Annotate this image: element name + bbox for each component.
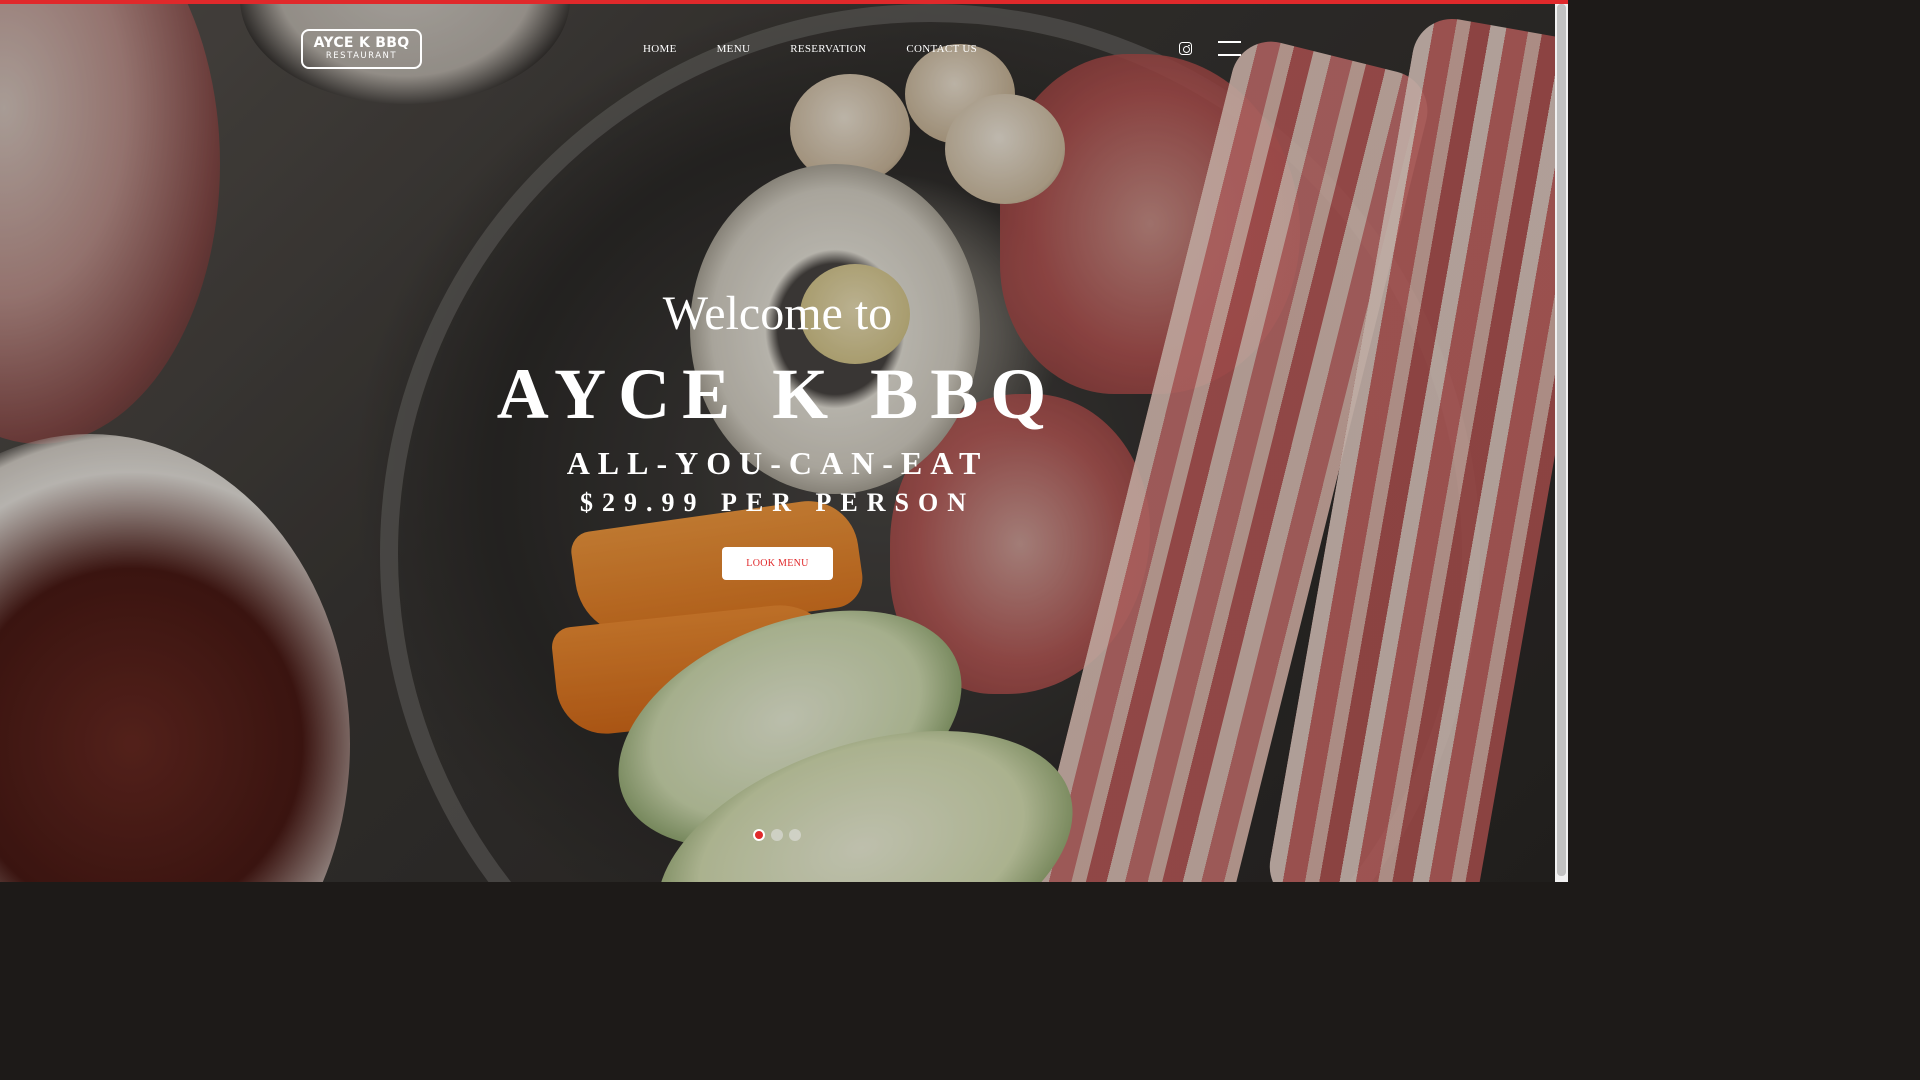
main-nav: HOME MENU RESERVATION CONTACT US	[623, 40, 997, 58]
nav-item-contact-us[interactable]: CONTACT US	[886, 40, 997, 58]
hamburger-menu-icon[interactable]	[1218, 41, 1241, 57]
nav-item-reservation[interactable]: RESERVATION	[770, 40, 886, 58]
slider-dot-1[interactable]	[753, 829, 765, 841]
top-accent-bar	[0, 0, 1568, 4]
slider-dot-3[interactable]	[789, 829, 801, 841]
hamburger-line	[1218, 54, 1241, 56]
page-scrollbar[interactable]	[1555, 0, 1568, 882]
site-logo[interactable]: AYCE K BBQ RESTAURANT	[301, 29, 422, 69]
hero-title: AYCE K BBQ	[496, 354, 1059, 434]
site-header: AYCE K BBQ RESTAURANT HOME MENU RESERVAT…	[0, 4, 1555, 94]
hero-subtitle: ALL-YOU-CAN-EAT	[566, 445, 989, 481]
nav-item-menu[interactable]: MENU	[697, 40, 771, 58]
hero-welcome-text: Welcome to	[662, 287, 893, 340]
look-menu-button[interactable]: LOOK MENU	[722, 547, 833, 580]
instagram-icon[interactable]	[1179, 42, 1192, 55]
hero-price: $29.99 PER PERSON	[580, 488, 975, 517]
nav-item-home[interactable]: HOME	[623, 40, 697, 58]
logo-name: AYCE K BBQ	[313, 35, 410, 51]
logo-subtitle: RESTAURANT	[325, 51, 398, 61]
slider-pagination	[753, 829, 801, 841]
scrollbar-thumb[interactable]	[1557, 4, 1566, 876]
slider-dot-2[interactable]	[771, 829, 783, 841]
hamburger-line	[1218, 41, 1241, 43]
hero-content: Welcome to AYCE K BBQ ALL-YOU-CAN-EAT $2…	[0, 0, 1555, 882]
